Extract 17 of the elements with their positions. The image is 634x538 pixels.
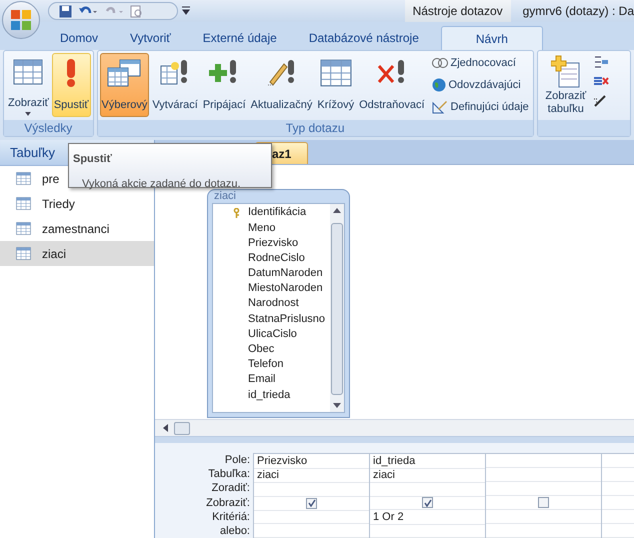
grid-row-label: Kritériá: xyxy=(212,510,250,524)
group-label: Výsledky xyxy=(4,120,93,136)
navigation-item-label: zamestnanci xyxy=(42,220,110,238)
navigation-item-label: pre xyxy=(42,170,60,188)
contextual-tab-label: Nástroje dotazov xyxy=(404,0,511,22)
window-title: gymrv6 (dotazy) : Da xyxy=(522,3,634,20)
grid-row-label: Zoradiť: xyxy=(212,481,250,496)
field-list-title: ziaci xyxy=(213,190,238,203)
navigation-item-label: ziaci xyxy=(42,246,66,262)
tooltip-text: Vykoná akcie zadané do dotazu. xyxy=(81,176,242,191)
grid-row-label: Zobraziť: xyxy=(206,496,250,510)
group-label: Typ dotazu xyxy=(98,120,533,136)
grid-row-label: Tabuľka: xyxy=(208,467,250,482)
grid-row-label: Pole: xyxy=(224,453,250,468)
tooltip-title: Spustiť xyxy=(73,152,113,167)
grid-row-label: alebo: xyxy=(220,524,250,538)
navigation-item-label: Triedy xyxy=(42,196,75,212)
